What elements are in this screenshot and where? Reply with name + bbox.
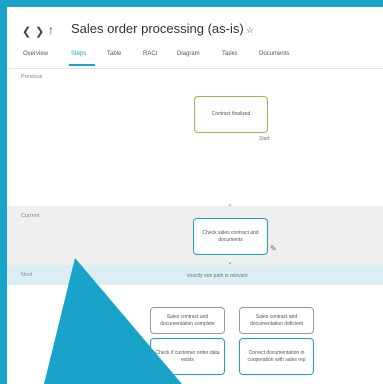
next-condition-card[interactable]: Sales contract and documentation deficie… (239, 307, 314, 334)
next-condition-label: Sales contract and documentation complet… (160, 314, 215, 327)
header: ❮ ❯ ↑ Sales order processing (as-is) ☆ Ov… (7, 7, 383, 69)
tab-table[interactable]: Table (107, 51, 121, 57)
next-section-header: ⌄ Next exactly one path is relevant (7, 259, 383, 285)
next-condition-label: Sales contract and documentation deficie… (250, 314, 303, 327)
app-window: ❮ ❯ ↑ Sales order processing (as-is) ☆ Ov… (7, 7, 383, 384)
page-title-text: Sales order processing (as-is) (71, 21, 244, 36)
edit-icon[interactable]: ✎ (270, 244, 277, 253)
next-hint: exactly one path is relevant (187, 273, 248, 279)
current-label: Current (21, 213, 40, 219)
previous-step-card[interactable]: Contract finalized (194, 96, 268, 133)
star-icon[interactable]: ☆ (246, 25, 254, 35)
previous-section: Previous Contract finalized Start (7, 69, 383, 206)
tab-overview[interactable]: Overview (23, 51, 48, 57)
chevron-down-icon: ⌄ (227, 201, 233, 208)
page-title: Sales order processing (as-is) ☆ (71, 21, 254, 36)
next-step-label: Check if customer order data exists (155, 350, 220, 363)
next-step-label: Correct documentation in cooperation wit… (247, 350, 306, 363)
next-step-card[interactable]: Correct documentation in cooperation wit… (239, 338, 314, 375)
tab-steps[interactable]: Steps (71, 51, 86, 57)
chevron-left-icon[interactable]: ❮ (22, 25, 31, 38)
next-condition-card[interactable]: Sales contract and documentation complet… (150, 307, 225, 334)
active-tab-indicator (69, 64, 95, 66)
current-step-card[interactable]: Check sales contract and documents (193, 218, 268, 255)
tab-bar: Overview Steps Table RACI Diagram Tasks … (7, 51, 383, 69)
next-step-card[interactable]: Check if customer order data exists (150, 338, 225, 375)
arrow-up-icon[interactable]: ↑ (48, 23, 54, 37)
previous-label: Previous (21, 74, 43, 80)
next-label: Next (21, 272, 33, 278)
tab-tasks[interactable]: Tasks (222, 51, 237, 57)
tab-raci[interactable]: RACI (143, 51, 157, 57)
chevron-right-icon[interactable]: ❯ (35, 25, 44, 38)
current-step-label: Check sales contract and documents (202, 230, 259, 243)
current-section: ⌄ Current Check sales contract and docum… (7, 201, 383, 265)
next-section: Sales contract and documentation complet… (7, 285, 383, 384)
tab-documents[interactable]: Documents (259, 51, 289, 57)
previous-step-label: Contract finalized (211, 111, 251, 118)
chevron-down-icon: ⌄ (227, 259, 233, 266)
start-tag: Start (259, 136, 270, 142)
tab-diagram[interactable]: Diagram (177, 51, 200, 57)
